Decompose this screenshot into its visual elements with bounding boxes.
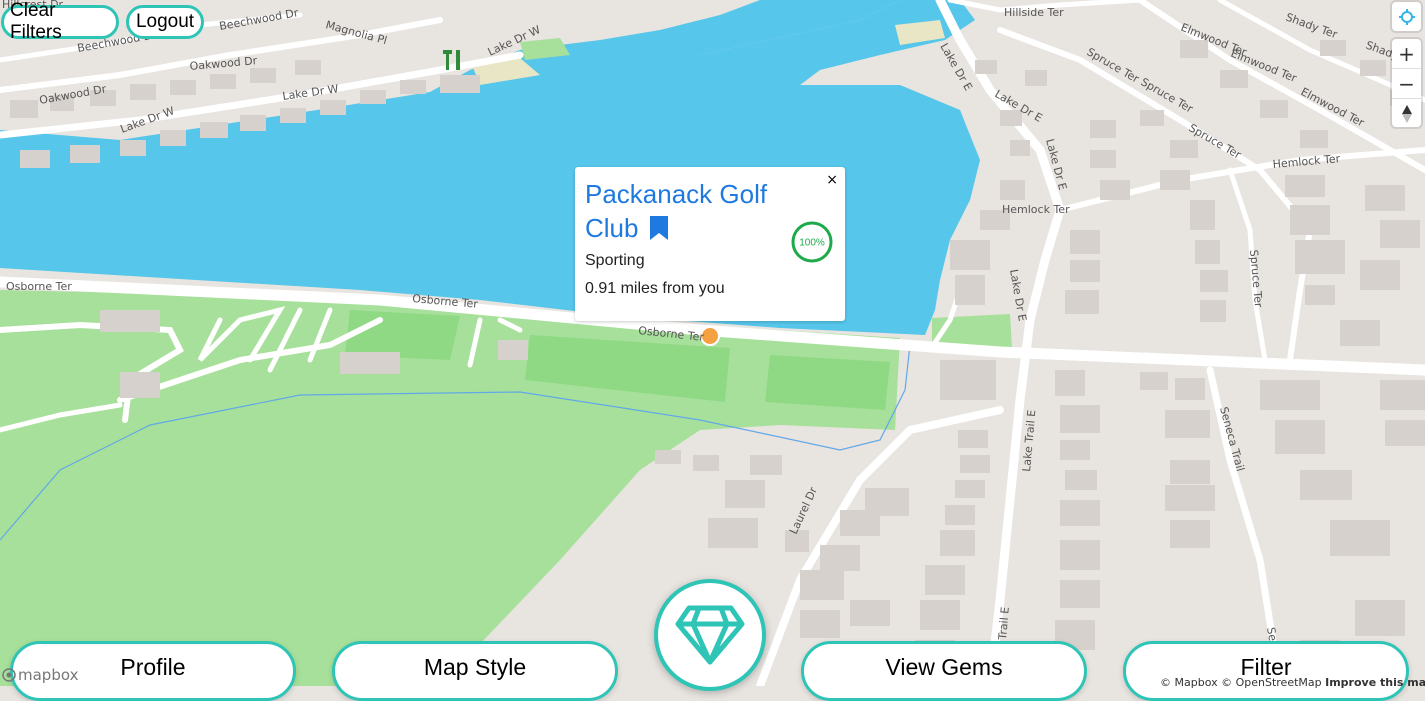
popup-category: Sporting: [585, 252, 645, 269]
zoom-control: + −: [1392, 39, 1421, 127]
view-gems-button[interactable]: View Gems: [801, 641, 1087, 701]
score-text: 100%: [799, 238, 825, 249]
popup-distance: 0.91 miles from you: [585, 280, 725, 297]
road-label: Hemlock Ter: [1002, 203, 1070, 216]
mapbox-logo[interactable]: mapbox: [2, 666, 78, 684]
logout-button[interactable]: Logout: [126, 5, 204, 39]
road-label: Se: [1264, 626, 1279, 642]
zoom-out-button[interactable]: −: [1392, 68, 1421, 98]
improve-map-link[interactable]: Improve this map: [1325, 676, 1425, 689]
bookmark-icon[interactable]: [649, 214, 668, 248]
geolocate-control[interactable]: [1392, 2, 1421, 31]
road-label: Osborne Ter: [6, 280, 72, 293]
diamond-icon: [675, 605, 745, 665]
popup-title-text[interactable]: Packanack Golf Club: [585, 179, 767, 243]
popup-close-button[interactable]: ×: [826, 172, 838, 188]
geolocate-icon[interactable]: [1392, 2, 1421, 31]
score-ring: 100%: [791, 221, 833, 263]
filter-button[interactable]: Filter: [1123, 641, 1409, 701]
zoom-in-button[interactable]: +: [1392, 39, 1421, 68]
gem-button[interactable]: [654, 579, 766, 691]
mapbox-attribution-link[interactable]: © Mapbox: [1160, 676, 1218, 689]
road-label: Hillside Ter: [1004, 6, 1064, 19]
compass-icon[interactable]: [1392, 98, 1421, 128]
place-popup: Packanack Golf Club × 100% Sporting 0.91…: [575, 167, 845, 321]
attribution: © Mapbox © OpenStreetMap Improve this ma…: [1160, 676, 1425, 689]
popup-title[interactable]: Packanack Golf Club: [585, 177, 785, 248]
clear-filters-button[interactable]: Clear Filters: [1, 0, 119, 43]
osm-attribution-link[interactable]: © OpenStreetMap: [1221, 676, 1322, 689]
mapbox-logo-text: mapbox: [18, 666, 79, 684]
map-style-button[interactable]: Map Style: [332, 641, 618, 701]
